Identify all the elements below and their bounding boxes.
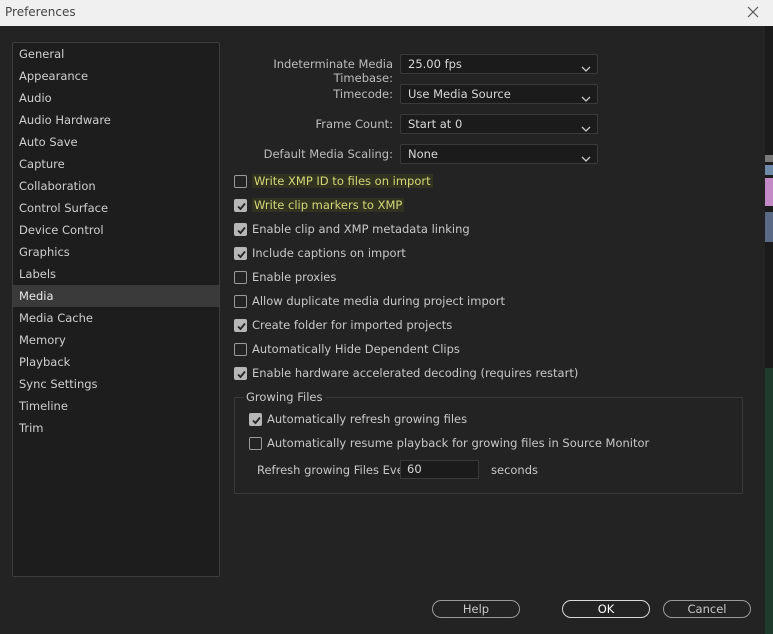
- sidebar-item-audio[interactable]: Audio: [13, 87, 219, 109]
- frame-count-select[interactable]: Start at 0: [400, 114, 598, 134]
- chevron-down-icon: [581, 60, 591, 72]
- sidebar-item-labels[interactable]: Labels: [13, 263, 219, 285]
- chevron-down-icon: [581, 150, 591, 162]
- option-1-checkbox[interactable]: [234, 175, 247, 188]
- help-button[interactable]: Help: [432, 600, 520, 618]
- option-5-label: Enable proxies: [252, 270, 337, 284]
- growing-files-option-2-label-wrap: Automatically resume playback for growin…: [267, 436, 649, 450]
- option-8-label: Automatically Hide Dependent Clips: [252, 342, 460, 356]
- growing-files-option-1-checkbox[interactable]: [249, 413, 262, 426]
- refresh-interval-unit: seconds: [491, 463, 539, 477]
- option-1-label: Write XMP ID to files on import: [252, 174, 433, 188]
- timebase-select[interactable]: 25.00 fps: [400, 54, 598, 74]
- option-9-checkbox[interactable]: [234, 367, 247, 380]
- timecode-value: Use Media Source: [408, 87, 511, 101]
- sidebar-item-device-control[interactable]: Device Control: [13, 219, 219, 241]
- option-7-label-wrap: Create folder for imported projects: [252, 318, 452, 332]
- option-8-label-wrap: Automatically Hide Dependent Clips: [252, 342, 460, 356]
- frame-count-value: Start at 0: [408, 117, 463, 131]
- scaling-label: Default Media Scaling:: [263, 147, 393, 161]
- sidebar-item-general[interactable]: General: [13, 43, 219, 65]
- scaling-select[interactable]: None: [400, 144, 598, 164]
- growing-files-option-2-checkbox[interactable]: [249, 437, 262, 450]
- sidebar-item-media[interactable]: Media: [13, 285, 219, 307]
- option-4-label: Include captions on import: [252, 246, 406, 260]
- refresh-interval-input[interactable]: 60: [400, 460, 479, 479]
- growing-files-option-1-label-wrap: Automatically refresh growing files: [267, 412, 467, 426]
- option-7-label: Create folder for imported projects: [252, 318, 453, 332]
- growing-files-title: Growing Files: [244, 390, 325, 404]
- option-2-label-wrap: Write clip markers to XMP: [252, 198, 405, 212]
- option-9-label-wrap: Enable hardware accelerated decoding (re…: [252, 366, 578, 380]
- title-bar: Preferences: [0, 0, 773, 26]
- option-3-label-wrap: Enable clip and XMP metadata linking: [252, 222, 470, 236]
- window-title: Preferences: [5, 5, 76, 19]
- chevron-down-icon: [581, 90, 591, 102]
- sidebar-item-control-surface[interactable]: Control Surface: [13, 197, 219, 219]
- background-app-strip-block: [765, 155, 773, 162]
- ok-button[interactable]: OK: [562, 600, 650, 618]
- option-8-checkbox[interactable]: [234, 343, 247, 356]
- option-6-checkbox[interactable]: [234, 295, 247, 308]
- sidebar-item-capture[interactable]: Capture: [13, 153, 219, 175]
- chevron-down-icon: [581, 120, 591, 132]
- option-3-label: Enable clip and XMP metadata linking: [252, 222, 470, 236]
- option-6-label: Allow duplicate media during project imp…: [252, 294, 506, 308]
- sidebar-item-collaboration[interactable]: Collaboration: [13, 175, 219, 197]
- timecode-select[interactable]: Use Media Source: [400, 84, 598, 104]
- sidebar-item-sync-settings[interactable]: Sync Settings: [13, 373, 219, 395]
- background-app-strip-block: [765, 165, 773, 175]
- sidebar-item-auto-save[interactable]: Auto Save: [13, 131, 219, 153]
- option-7-checkbox[interactable]: [234, 319, 247, 332]
- timecode-label: Timecode:: [333, 87, 393, 101]
- sidebar-item-appearance[interactable]: Appearance: [13, 65, 219, 87]
- scaling-value: None: [408, 147, 439, 161]
- option-4-label-wrap: Include captions on import: [252, 246, 406, 260]
- timebase-label: Indeterminate Media Timebase:: [273, 57, 393, 85]
- option-5-checkbox[interactable]: [234, 271, 247, 284]
- option-2-label: Write clip markers to XMP: [252, 198, 405, 212]
- category-sidebar: General Appearance Audio Audio Hardware Auto…: [12, 42, 220, 577]
- background-app-strip-block: [765, 368, 773, 634]
- sidebar-item-graphics[interactable]: Graphics: [13, 241, 219, 263]
- background-app-strip-block: [765, 212, 773, 242]
- timebase-value: 25.00 fps: [408, 57, 462, 71]
- sidebar-item-trim[interactable]: Trim: [13, 417, 219, 439]
- background-app-strip-block: [765, 178, 773, 206]
- cancel-button[interactable]: Cancel: [663, 600, 751, 618]
- option-1-label-wrap: Write XMP ID to files on import: [252, 174, 433, 188]
- option-5-label-wrap: Enable proxies: [252, 270, 336, 284]
- option-6-label-wrap: Allow duplicate media during project imp…: [252, 294, 505, 308]
- option-2-checkbox[interactable]: [234, 199, 247, 212]
- sidebar-item-timeline[interactable]: Timeline: [13, 395, 219, 417]
- sidebar-item-media-cache[interactable]: Media Cache: [13, 307, 219, 329]
- sidebar-item-audio-hardware[interactable]: Audio Hardware: [13, 109, 219, 131]
- growing-files-option-2-label: Automatically resume playback for growin…: [267, 436, 650, 450]
- sidebar-item-playback[interactable]: Playback: [13, 351, 219, 373]
- option-4-checkbox[interactable]: [234, 247, 247, 260]
- growing-files-option-1-label: Automatically refresh growing files: [267, 412, 468, 426]
- refresh-interval-label: Refresh growing Files Every: [257, 463, 416, 477]
- close-icon[interactable]: [745, 3, 761, 21]
- option-3-checkbox[interactable]: [234, 223, 247, 236]
- frame-count-label: Frame Count:: [315, 117, 393, 131]
- sidebar-item-memory[interactable]: Memory: [13, 329, 219, 351]
- option-9-label: Enable hardware accelerated decoding (re…: [252, 366, 579, 380]
